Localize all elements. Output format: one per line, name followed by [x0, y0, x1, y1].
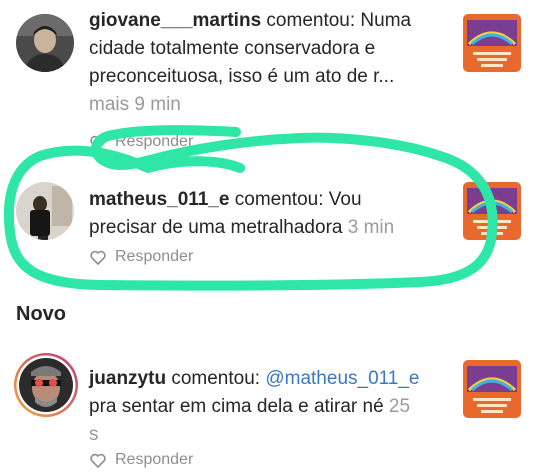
mention-link[interactable]: @matheus_011_e: [265, 368, 419, 389]
heart-outline-icon[interactable]: [90, 135, 106, 150]
reply-button[interactable]: Responder: [90, 248, 193, 266]
timestamp-unit: s: [89, 424, 99, 445]
timestamp: mais 9 min: [89, 94, 181, 115]
post-thumbnail[interactable]: [463, 360, 521, 418]
notification-text: giovane___martins comentou: Numa cidade …: [89, 7, 459, 119]
username[interactable]: juanzytu: [89, 368, 166, 389]
post-thumbnail[interactable]: [463, 14, 521, 72]
avatar-story-ring[interactable]: [13, 352, 79, 418]
post-thumbnail[interactable]: [463, 182, 521, 240]
heart-outline-icon[interactable]: [90, 250, 106, 265]
comment-text: precisar de uma metralhadora: [89, 217, 343, 238]
reply-label: Responder: [115, 248, 194, 265]
reply-button[interactable]: Responder: [90, 133, 193, 151]
notification-text: juanzytu comentou: @matheus_011_e pra se…: [89, 365, 459, 449]
reply-button[interactable]: Responder: [90, 451, 193, 469]
section-title-new: Novo: [16, 303, 66, 325]
comment-text: preconceituosa, isso é um ato de r...: [89, 66, 395, 87]
timestamp: 3 min: [347, 217, 395, 238]
reply-label: Responder: [115, 133, 194, 150]
timestamp: 25: [388, 396, 411, 417]
notification-text: matheus_011_e comentou: Vou precisar de …: [89, 186, 459, 242]
comment-text: Numa: [360, 10, 412, 31]
comment-text: cidade totalmente conservadora e: [89, 38, 376, 59]
username[interactable]: matheus_011_e: [89, 189, 230, 210]
comment-text: Vou: [328, 189, 362, 210]
action-text: comentou:: [229, 189, 329, 210]
avatar[interactable]: [16, 14, 74, 72]
username[interactable]: giovane___martins: [89, 10, 261, 31]
action-text: comentou:: [261, 10, 361, 31]
heart-outline-icon[interactable]: [90, 453, 106, 468]
action-text: comentou:: [166, 368, 266, 389]
avatar[interactable]: [16, 182, 74, 240]
reply-label: Responder: [115, 451, 194, 468]
comment-text: pra sentar em cima dela e atirar né: [89, 396, 384, 417]
